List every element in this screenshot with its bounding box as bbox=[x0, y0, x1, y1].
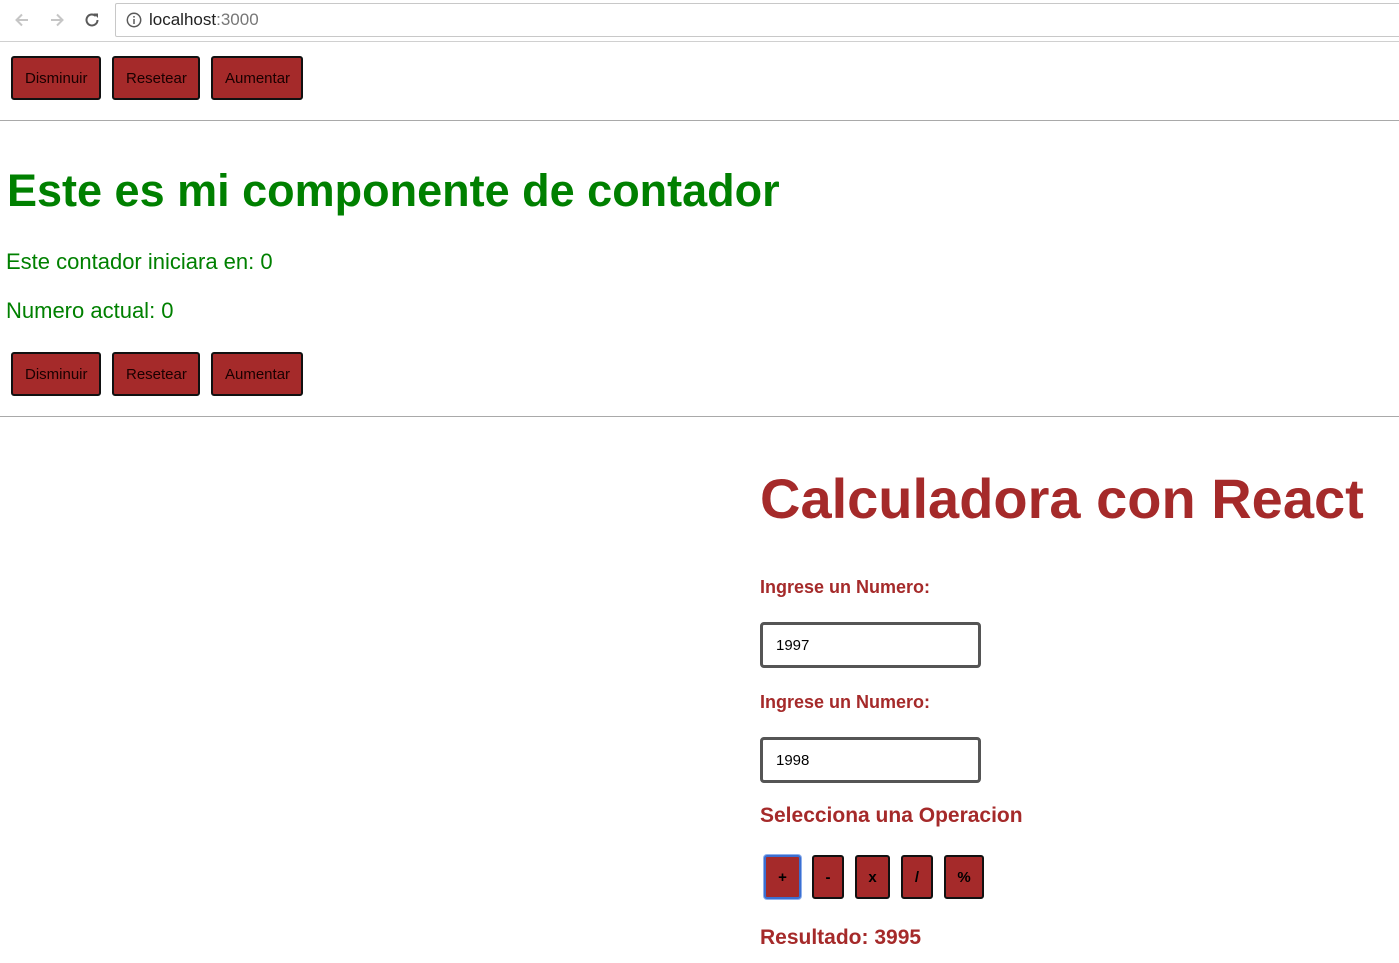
browser-toolbar: localhost:3000 bbox=[0, 0, 1399, 42]
back-arrow-icon[interactable] bbox=[10, 8, 34, 32]
url-text: localhost:3000 bbox=[149, 10, 259, 29]
reset-button[interactable]: Resetear bbox=[112, 352, 200, 396]
first-number-label: Ingrese un Numero: bbox=[760, 577, 931, 597]
operation-label: Selecciona una Operacion bbox=[760, 804, 1023, 827]
increase-button[interactable]: Aumentar bbox=[211, 352, 303, 396]
result-text: Resultado: 3995 bbox=[760, 926, 922, 949]
multiply-button[interactable]: x bbox=[855, 855, 890, 899]
forward-arrow-icon[interactable] bbox=[45, 8, 69, 32]
divider bbox=[0, 120, 1399, 121]
counter-start-text: Este contador iniciara en: 0 bbox=[6, 249, 273, 274]
operation-buttons: + - x / % bbox=[764, 855, 995, 899]
top-button-row: Disminuir Resetear Aumentar bbox=[11, 56, 303, 100]
address-bar[interactable]: localhost:3000 bbox=[115, 3, 1399, 37]
modulo-button[interactable]: % bbox=[944, 855, 984, 899]
reload-icon[interactable] bbox=[80, 8, 104, 32]
info-icon[interactable] bbox=[125, 11, 143, 29]
second-number-label: Ingrese un Numero: bbox=[760, 692, 931, 712]
second-number-input[interactable] bbox=[760, 737, 981, 783]
add-button[interactable]: + bbox=[764, 855, 801, 899]
decrease-button[interactable]: Disminuir bbox=[11, 352, 101, 396]
subtract-button[interactable]: - bbox=[812, 855, 844, 899]
calculator-title: Calculadora con React bbox=[760, 467, 1364, 530]
counter-title: Este es mi componente de contador bbox=[7, 165, 780, 216]
divide-button[interactable]: / bbox=[901, 855, 933, 899]
counter-button-row: Disminuir Resetear Aumentar bbox=[11, 352, 303, 396]
increase-button-top[interactable]: Aumentar bbox=[211, 56, 303, 100]
first-number-input[interactable] bbox=[760, 622, 981, 668]
counter-current-text: Numero actual: 0 bbox=[6, 298, 174, 323]
decrease-button-top[interactable]: Disminuir bbox=[11, 56, 101, 100]
reset-button-top[interactable]: Resetear bbox=[112, 56, 200, 100]
divider bbox=[0, 416, 1399, 417]
